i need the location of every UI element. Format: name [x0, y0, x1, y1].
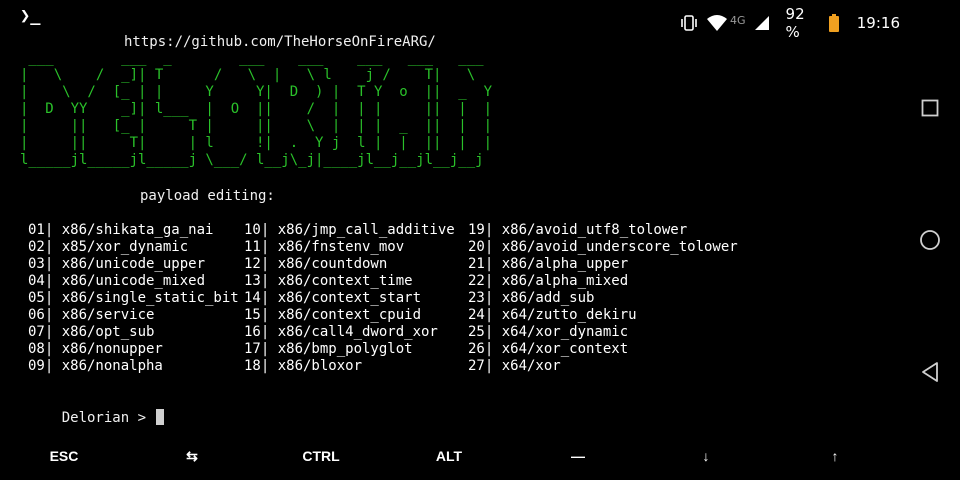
payload-item: 17| x86/bmp_polyglot	[244, 341, 413, 357]
terminal-output[interactable]: https://github.com/TheHorseOnFireARG/ __…	[20, 34, 880, 426]
payload-item: 04| x86/unicode_mixed	[28, 273, 206, 289]
payload-item: 01| x86/shikata_ga_nai	[28, 222, 214, 238]
payload-item: 06| x86/service	[28, 307, 155, 323]
payload-item: 24| x64/zutto_dekiru	[468, 307, 637, 323]
wifi-icon	[706, 14, 728, 32]
key-dash[interactable]: —	[533, 436, 623, 476]
payload-column-2: 10| x86/jmp_call_additive 11| x86/fnstenv…	[244, 222, 455, 375]
payload-item: 05| x86/single_static_bit	[28, 290, 239, 306]
payload-item: 25| x64/xor_dynamic	[468, 324, 629, 340]
signal-icon	[754, 15, 770, 31]
key-arrow-down[interactable]: ↓	[661, 436, 751, 476]
payload-item: 19| x86/avoid_utf8_tolower	[468, 222, 688, 238]
back-triangle-icon[interactable]	[918, 360, 942, 384]
battery-icon	[828, 14, 839, 32]
payload-item: 02| x85/xor_dynamic	[28, 239, 189, 255]
extra-keys-bar: ESC ⇆ CTRL ALT — ↓ ↑	[0, 436, 900, 476]
clock: 19:16	[856, 14, 900, 32]
terminal-app-icon: ❯_	[20, 6, 41, 26]
payload-item: 15| x86/context_cpuid	[244, 307, 422, 323]
payload-item: 22| x86/alpha_mixed	[468, 273, 629, 289]
status-bar: ❯_ 4G 92 % 19:16	[0, 0, 900, 41]
payload-item: 23| x86/add_sub	[468, 290, 595, 306]
payload-item: 11| x86/fnstenv_mov	[244, 239, 405, 255]
payload-item: 03| x86/unicode_upper	[28, 256, 206, 272]
home-circle-icon[interactable]	[918, 228, 942, 252]
payload-item: 14| x86/context_start	[244, 290, 422, 306]
payload-item: 26| x64/xor_context	[468, 341, 629, 357]
prompt-label: Delorian >	[61, 410, 155, 426]
vibrate-icon	[680, 14, 698, 32]
payload-item: 16| x86/call4_dword_xor	[244, 324, 438, 340]
key-tab[interactable]: ⇆	[147, 436, 237, 476]
ascii-banner: ___ ___ _ ___ ___ ___ ___ ___ | \ / _]| …	[20, 50, 493, 168]
payload-item: 20| x86/avoid_underscore_tolower	[468, 239, 738, 255]
menu-heading: payload editing:	[140, 188, 275, 204]
payload-item: 10| x86/jmp_call_additive	[244, 222, 455, 238]
payload-item: 27| x64/xor	[468, 358, 561, 374]
payload-item: 09| x86/nonalpha	[28, 358, 163, 374]
github-url: https://github.com/TheHorseOnFireARG/	[124, 34, 436, 50]
network-type: 4G	[730, 13, 746, 27]
key-esc[interactable]: ESC	[19, 436, 109, 476]
key-ctrl[interactable]: CTRL	[276, 436, 366, 476]
key-arrow-up[interactable]: ↑	[790, 436, 880, 476]
payload-item: 13| x86/context_time	[244, 273, 413, 289]
text-cursor[interactable]	[156, 409, 165, 425]
payload-column-1: 01| x86/shikata_ga_nai 02| x85/xor_dynami…	[28, 222, 239, 375]
payload-column-3: 19| x86/avoid_utf8_tolower 20| x86/avoid_…	[468, 222, 738, 375]
payload-item: 21| x86/alpha_upper	[468, 256, 629, 272]
payload-item: 18| x86/bloxor	[244, 358, 363, 374]
recents-square-icon[interactable]	[918, 96, 942, 120]
payload-item: 07| x86/opt_sub	[28, 324, 155, 340]
navigation-bar	[900, 0, 960, 480]
payload-item: 08| x86/nonupper	[28, 341, 163, 357]
key-alt[interactable]: ALT	[404, 436, 494, 476]
payload-item: 12| x86/countdown	[244, 256, 388, 272]
